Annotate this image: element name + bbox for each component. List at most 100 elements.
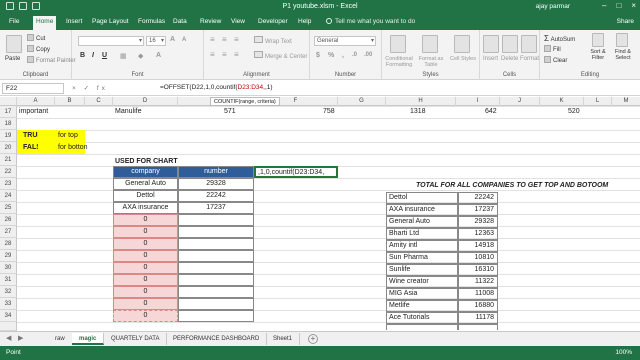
chart-table-number[interactable]: 22242 [178, 190, 254, 202]
row-header[interactable]: 17 [0, 106, 17, 118]
format-cells-button[interactable]: Format [520, 56, 539, 62]
row-header[interactable]: 30 [0, 262, 17, 274]
column-header[interactable]: K [540, 97, 584, 106]
chart-table-header-company[interactable]: company [113, 166, 178, 178]
maximize-icon[interactable]: □ [616, 1, 621, 10]
totals-value[interactable]: 10810 [458, 252, 498, 264]
borders-icon[interactable]: ▦ [120, 52, 127, 60]
sheet-tab-performance-dashboard[interactable]: PERFORMANCE DASHBOARD [166, 333, 268, 345]
formula-input[interactable]: =OFFSET(D22,1,0,countif(D23:D34,,1) [160, 84, 273, 91]
row-header[interactable] [0, 322, 17, 331]
minimize-icon[interactable]: – [602, 1, 606, 10]
cell-j17[interactable]: 520 [568, 106, 580, 117]
row-header[interactable]: 27 [0, 226, 17, 238]
chart-table-company[interactable]: 0 [113, 274, 178, 286]
column-header[interactable]: J [500, 97, 540, 106]
chart-table-number[interactable] [178, 286, 254, 298]
merge-center-button[interactable]: Merge & Center [254, 51, 307, 60]
scroll-right-icon[interactable]: ▶ [18, 334, 23, 342]
totals-company[interactable]: MIG Asia [386, 288, 458, 300]
tab-formulas[interactable]: Formulas [135, 17, 168, 26]
totals-company[interactable]: Wine creator [386, 276, 458, 288]
middle-align-icon[interactable]: ≡ [222, 35, 227, 44]
chart-table-header-number[interactable]: number [178, 166, 254, 178]
tab-review[interactable]: Review [197, 17, 224, 26]
align-left-icon[interactable]: ≡ [210, 50, 215, 59]
chart-table-company[interactable]: 0 [113, 238, 178, 250]
column-header[interactable]: M [612, 97, 640, 106]
totals-company[interactable]: General Auto [386, 216, 458, 228]
chart-table-number[interactable] [178, 310, 254, 322]
font-name-dropdown[interactable] [78, 36, 144, 46]
worksheet-grid[interactable]: important Manulife 571 758 1318 642 520 … [17, 106, 640, 330]
font-color-icon[interactable]: A [156, 52, 161, 59]
totals-company[interactable]: Dettol [386, 192, 458, 204]
chart-table-company[interactable]: AXA insurance [113, 202, 178, 214]
tab-developer[interactable]: Developer [255, 17, 291, 26]
row-header[interactable]: 24 [0, 190, 17, 202]
format-cells-icon[interactable] [521, 35, 537, 53]
sheet-tab-quartely-data[interactable]: QUARTELY DATA [104, 333, 168, 345]
chart-table-number[interactable] [178, 238, 254, 250]
decrease-decimal-icon[interactable]: .00 [364, 52, 372, 58]
align-right-icon[interactable]: ≡ [234, 50, 239, 59]
row-header[interactable]: 20 [0, 142, 17, 154]
row-header[interactable]: 32 [0, 286, 17, 298]
chart-table-number[interactable] [178, 262, 254, 274]
sort-filter-icon[interactable] [592, 33, 604, 47]
totals-company[interactable]: Sun Pharma [386, 252, 458, 264]
tell-me-box[interactable]: Tell me what you want to do [326, 18, 415, 25]
cell-e17[interactable]: 571 [224, 106, 236, 117]
totals-value[interactable]: 12363 [458, 228, 498, 240]
chart-table-number[interactable]: 17237 [178, 202, 254, 214]
paste-icon[interactable] [6, 35, 22, 53]
totals-value[interactable]: 16880 [458, 300, 498, 312]
cell-a17[interactable]: important [19, 106, 48, 117]
totals-company[interactable]: AXA insurance [386, 204, 458, 216]
totals-company[interactable]: Ace Tutorials [386, 312, 458, 324]
sort-filter-button[interactable]: Sort & Filter [586, 49, 610, 61]
totals-value[interactable] [458, 324, 498, 330]
tab-file[interactable]: File [6, 17, 22, 26]
font-size-dropdown[interactable]: 16 [146, 36, 166, 46]
italic-icon[interactable]: I [92, 52, 94, 59]
underline-icon[interactable]: U [102, 52, 107, 59]
totals-company[interactable]: Bharti Ltd [386, 228, 458, 240]
delete-cells-button[interactable]: Delete [501, 56, 518, 62]
percent-icon[interactable]: % [328, 52, 334, 59]
conditional-formatting-icon[interactable] [390, 35, 406, 53]
format-as-table-icon[interactable] [422, 35, 438, 53]
number-format-dropdown[interactable]: General [314, 36, 376, 46]
column-header[interactable]: I [456, 97, 500, 106]
chart-table-company[interactable]: General Auto [113, 178, 178, 190]
row-header[interactable]: 34 [0, 310, 17, 322]
fx-icon[interactable]: × ✓ fx [72, 84, 108, 92]
cell-f17[interactable]: 758 [323, 106, 335, 117]
select-all-corner[interactable] [0, 97, 17, 106]
column-header[interactable]: D [113, 97, 178, 106]
sheet-tab-raw[interactable]: raw [48, 333, 73, 345]
tab-home[interactable]: Home [33, 16, 57, 30]
user-name[interactable]: ajay parmar [536, 3, 570, 10]
chart-table-company[interactable]: 0 [113, 286, 178, 298]
format-as-table-button[interactable]: Format as Table [416, 56, 446, 68]
row-header[interactable]: 21 [0, 154, 17, 166]
cut-button[interactable]: Cut [27, 34, 45, 42]
delete-cells-icon[interactable] [502, 35, 518, 53]
chart-table-company[interactable]: 0 [113, 226, 178, 238]
row-header[interactable]: 33 [0, 298, 17, 310]
find-select-icon[interactable] [616, 33, 628, 47]
clear-button[interactable]: Clear [544, 56, 567, 64]
wrap-text-button[interactable]: Wrap Text [254, 36, 292, 45]
row-header[interactable]: 23 [0, 178, 17, 190]
bottom-align-icon[interactable]: ≡ [234, 35, 239, 44]
chart-table-company[interactable]: 0 [113, 262, 178, 274]
chart-table-number[interactable] [178, 226, 254, 238]
cell-styles-icon[interactable] [454, 35, 470, 53]
top-align-icon[interactable]: ≡ [210, 35, 215, 44]
totals-value[interactable]: 11322 [458, 276, 498, 288]
column-header[interactable]: G [338, 97, 386, 106]
chart-table-company[interactable]: 0 [113, 298, 178, 310]
row-header[interactable]: 29 [0, 250, 17, 262]
increase-font-icon[interactable]: A [170, 36, 175, 43]
